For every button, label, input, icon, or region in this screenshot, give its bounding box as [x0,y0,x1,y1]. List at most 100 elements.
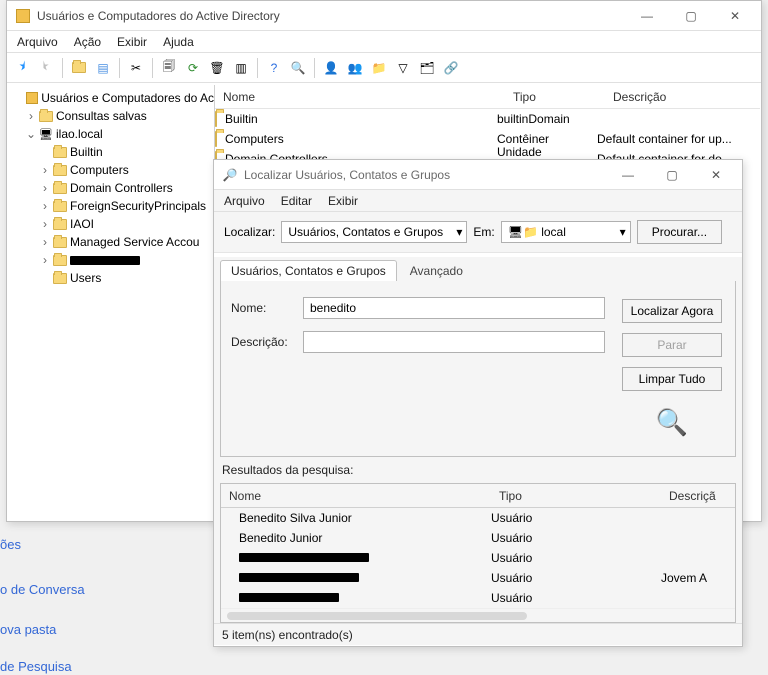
tree-item[interactable]: Builtin [8,143,214,161]
tab-advanced[interactable]: Avançado [399,260,474,281]
filter-icon[interactable]: ▽ [392,57,414,79]
refresh-icon[interactable]: ⟳ [182,57,204,79]
clear-all-button[interactable]: Limpar Tudo [622,367,722,391]
col-name[interactable]: Nome [215,90,505,104]
maximize-button[interactable]: ▢ [650,161,694,189]
col-type[interactable]: Tipo [505,90,605,104]
tree-item[interactable]: ›Domain Controllers [8,179,214,197]
bg-text: o de Conversa [0,582,85,597]
descricao-label: Descrição: [231,335,303,349]
tree-item[interactable]: › [8,251,214,269]
localizar-label: Localizar: [224,225,275,239]
col-desc[interactable]: Descrição [605,90,760,104]
forward-icon[interactable]: ⯩ [35,57,57,79]
find-menubar: Arquivo Editar Exibir [214,190,742,212]
menu-exibir[interactable]: Exibir [328,194,358,208]
aduc-icon [25,90,40,106]
tree-saved-queries[interactable]: ›Consultas salvas [8,107,214,125]
tree-item[interactable]: Users [8,269,214,287]
folder-icon [52,162,68,178]
toolbar: ⯨ ⯩ ▤ ✂ 🗐 ⟳ 🗑 ▥ ? 🔍 👤 👥 📁 ▽ 🗂 🔗 [7,53,761,83]
results-list[interactable]: Nome Tipo Descriçã Benedito Silva Junior… [220,483,736,623]
folder-icon [215,112,217,126]
descricao-input[interactable] [303,331,605,353]
tree-item[interactable]: ›Computers [8,161,214,179]
group-icon[interactable]: 👥 [344,57,366,79]
menu-arquivo[interactable]: Arquivo [224,194,265,208]
titlebar[interactable]: Usuários e Computadores do Active Direct… [7,1,761,31]
folder-icon [52,144,68,160]
maximize-button[interactable]: ▢ [669,2,713,30]
help-icon[interactable]: ? [263,57,285,79]
delete-icon[interactable]: 🗑 [206,57,228,79]
em-combo[interactable]: 🖥📁 local▾ [501,221,631,243]
close-button[interactable]: ✕ [713,2,757,30]
scrollbar-horizontal[interactable] [227,612,527,620]
window-title: Usuários e Computadores do Active Direct… [37,9,625,23]
aduc-icon [15,8,31,24]
localizar-combo[interactable]: Usuários, Contatos e Grupos▾ [281,221,467,243]
view-icon[interactable]: ▤ [92,57,114,79]
folder-icon [38,108,54,124]
folder-icon [52,252,68,268]
nome-label: Nome: [231,301,303,315]
props-icon[interactable]: ▥ [230,57,252,79]
chevron-down-icon: ▾ [456,225,462,239]
up-icon[interactable] [68,57,90,79]
folder-icon [215,132,217,146]
procurar-button[interactable]: Procurar... [637,220,722,244]
find-now-button[interactable]: Localizar Agora [622,299,722,323]
col-name[interactable]: Nome [221,489,491,503]
result-row[interactable]: Usuário [221,548,735,568]
folder-icon [52,216,68,232]
menubar: Arquivo Ação Exibir Ajuda [7,31,761,53]
find-icon[interactable]: 🔍 [287,57,309,79]
tree-domain[interactable]: ⌄🖥ilao.local [8,125,214,143]
minimize-button[interactable]: ― [606,161,650,189]
list-row[interactable]: BuiltinbuiltinDomain [215,109,760,129]
col-type[interactable]: Tipo [491,489,661,503]
tab-body: Nome: Descrição: Localizar Agora Parar L… [220,281,736,457]
find-dialog: 🔎 Localizar Usuários, Contatos e Grupos … [213,159,743,647]
nome-input[interactable] [303,297,605,319]
tabs: Usuários, Contatos e Grupos Avançado [214,257,742,281]
result-row[interactable]: Usuário [221,588,735,608]
search-art-icon: 🔍 [656,407,688,438]
tree-item[interactable]: ›Managed Service Accou [8,233,214,251]
result-row[interactable]: Benedito Silva JuniorUsuário [221,508,735,528]
tree-pane[interactable]: Usuários e Computadores do Ac ›Consultas… [8,85,215,520]
close-button[interactable]: ✕ [694,161,738,189]
domain-icon: 🖥 [38,126,54,142]
tree-item[interactable]: ›ForeignSecurityPrincipals [8,197,214,215]
tab-main[interactable]: Usuários, Contatos e Grupos [220,260,397,281]
more-icon[interactable]: 🗂 [416,57,438,79]
tree-item[interactable]: ›IAOI [8,215,214,233]
find-icon: 🔎 [222,167,238,183]
result-row[interactable]: UsuárioJovem A [221,568,735,588]
menu-arquivo[interactable]: Arquivo [17,35,58,49]
find-titlebar[interactable]: 🔎 Localizar Usuários, Contatos e Grupos … [214,160,742,190]
folder-icon [52,198,68,214]
menu-ajuda[interactable]: Ajuda [163,35,194,49]
list-header[interactable]: Nome Tipo Descrição [215,85,760,109]
chevron-down-icon: ▾ [620,225,626,239]
query-icon[interactable]: 🔗 [440,57,462,79]
copy-icon[interactable]: 🗐 [158,57,180,79]
col-desc[interactable]: Descriçã [661,489,735,503]
menu-exibir[interactable]: Exibir [117,35,147,49]
folder-icon [52,234,68,250]
stop-button[interactable]: Parar [622,333,722,357]
menu-editar[interactable]: Editar [281,194,312,208]
results-label: Resultados da pesquisa: [214,457,742,477]
list-row[interactable]: ComputersContêinerDefault container for … [215,129,760,149]
menu-acao[interactable]: Ação [74,35,101,49]
minimize-button[interactable]: ― [625,2,669,30]
back-icon[interactable]: ⯨ [11,57,33,79]
em-label: Em: [473,225,494,239]
user-icon[interactable]: 👤 [320,57,342,79]
tree-root[interactable]: Usuários e Computadores do Ac [8,89,214,107]
result-row[interactable]: Benedito JuniorUsuário [221,528,735,548]
folder-icon [52,270,68,286]
ou-icon[interactable]: 📁 [368,57,390,79]
cut-icon[interactable]: ✂ [125,57,147,79]
